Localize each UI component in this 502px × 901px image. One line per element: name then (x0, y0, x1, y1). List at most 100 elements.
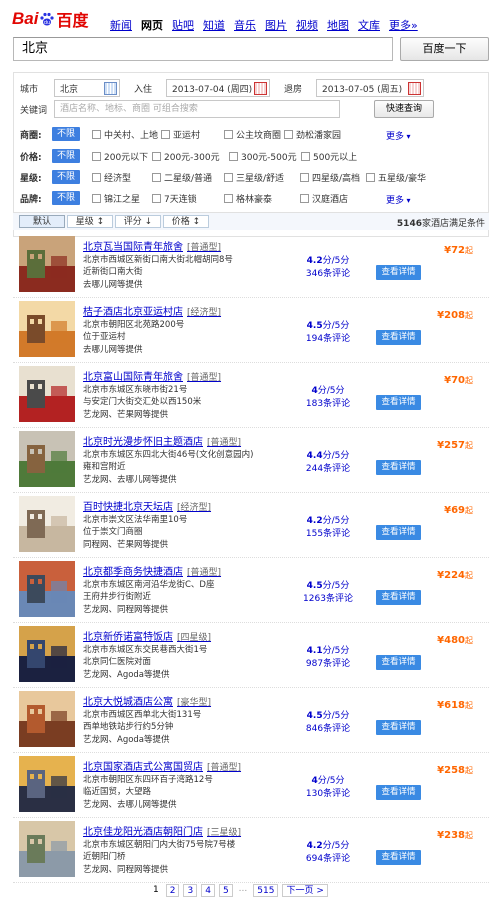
next-page-button[interactable]: 下一页 > (282, 884, 328, 897)
search-input[interactable]: 北京 (13, 37, 393, 61)
filter-unlimited-button[interactable]: 不限 (52, 127, 81, 141)
nav-link[interactable]: 地图 (327, 17, 349, 33)
view-detail-button[interactable]: 查看详情 (376, 525, 421, 540)
filter-unlimited-button[interactable]: 不限 (52, 149, 81, 163)
filter-option[interactable]: 格林豪泰 (224, 192, 272, 205)
hotel-name-link[interactable]: 北京瓦当国际青年旅舍 [普通型] (83, 238, 221, 253)
nav-link[interactable]: 音乐 (234, 17, 256, 33)
hotel-name-link[interactable]: 北京时光漫步怀旧主题酒店 [普通型] (83, 433, 241, 448)
filter-more-link[interactable]: 更多 (386, 129, 411, 142)
filter-option[interactable]: 200元-300元 (152, 150, 220, 163)
hotel-name-link[interactable]: 北京富山国际青年旅舍 [普通型] (83, 368, 221, 383)
checkbox[interactable] (92, 130, 101, 139)
checkbox[interactable] (224, 173, 233, 182)
filter-option[interactable]: 500元以上 (301, 150, 357, 163)
checkbox[interactable] (301, 152, 310, 161)
review-count-link[interactable]: 155条评论 (306, 529, 350, 539)
review-count-link[interactable]: 846条评论 (306, 724, 350, 734)
nav-link[interactable]: 贴吧 (172, 17, 194, 33)
hotel-photo[interactable] (19, 626, 75, 682)
hotel-photo[interactable] (19, 366, 75, 422)
nav-link[interactable]: 网页 (141, 17, 163, 33)
filter-option[interactable]: 亚运村 (161, 128, 200, 141)
review-count-link[interactable]: 130条评论 (306, 789, 350, 799)
review-count-link[interactable]: 694条评论 (306, 854, 350, 864)
filter-option[interactable]: 锦江之星 (92, 192, 140, 205)
checkbox[interactable] (92, 152, 101, 161)
checkbox[interactable] (300, 173, 309, 182)
hotel-name-link[interactable]: 北京佳龙阳光酒店朝阳门店 [三星级] (83, 823, 241, 838)
sort-star-tab[interactable]: 星级 ↕ (67, 215, 113, 228)
filter-option[interactable]: 五星级/豪华 (366, 171, 426, 184)
hotel-photo[interactable] (19, 431, 75, 487)
view-detail-button[interactable]: 查看详情 (376, 720, 421, 735)
review-count-link[interactable]: 244条评论 (306, 464, 350, 474)
filter-unlimited-button[interactable]: 不限 (52, 170, 81, 184)
checkbox[interactable] (284, 130, 293, 139)
filter-option[interactable]: 公主坟商圈 (224, 128, 281, 141)
checkbox[interactable] (92, 194, 101, 203)
page-link[interactable]: 2 (165, 884, 180, 897)
checkbox[interactable] (152, 194, 161, 203)
review-count-link[interactable]: 183条评论 (306, 399, 350, 409)
nav-link[interactable]: 知道 (203, 17, 225, 33)
keyword-input[interactable]: 酒店名称、地标、商圈 可组合搜索 (54, 100, 340, 118)
hotel-name-link[interactable]: 北京都季商务快捷酒店 [普通型] (83, 563, 221, 578)
view-detail-button[interactable]: 查看详情 (376, 785, 421, 800)
sort-score-tab[interactable]: 评分 ↓ (115, 215, 161, 228)
filter-option[interactable]: 300元-500元 (229, 150, 297, 163)
view-detail-button[interactable]: 查看详情 (376, 590, 421, 605)
hotel-photo[interactable] (19, 301, 75, 357)
view-detail-button[interactable]: 查看详情 (376, 655, 421, 670)
checkbox[interactable] (229, 152, 238, 161)
review-count-link[interactable]: 1263条评论 (303, 594, 353, 604)
filter-more-link[interactable]: 更多 (386, 193, 411, 206)
hotel-photo[interactable] (19, 756, 75, 812)
page-link[interactable]: 1 (150, 884, 162, 897)
page-link[interactable]: 4 (201, 884, 215, 897)
checkbox[interactable] (152, 173, 161, 182)
search-button[interactable]: 百度一下 (400, 37, 489, 61)
page-link[interactable]: 5 (218, 884, 233, 897)
filter-unlimited-button[interactable]: 不限 (52, 191, 81, 205)
sort-price-tab[interactable]: 价格 ↕ (163, 215, 209, 228)
filter-option[interactable]: 劲松潘家园 (284, 128, 341, 141)
nav-link[interactable]: 视频 (296, 17, 318, 33)
nav-link[interactable]: 文库 (358, 17, 380, 33)
checkbox[interactable] (161, 130, 170, 139)
nav-link[interactable]: 图片 (265, 17, 287, 33)
page-link-last[interactable]: 515 (253, 884, 279, 897)
checkout-field[interactable]: 2013-07-05 (周五) (316, 79, 424, 97)
quick-query-button[interactable]: 快速查询 (374, 100, 434, 118)
hotel-photo[interactable] (19, 691, 75, 747)
filter-option[interactable]: 二星级/普通 (152, 171, 212, 184)
filter-option[interactable]: 中关村、上地 (92, 128, 158, 141)
filter-option[interactable]: 经济型 (92, 171, 131, 184)
view-detail-button[interactable]: 查看详情 (376, 330, 421, 345)
checkbox[interactable] (224, 194, 233, 203)
nav-link[interactable]: 更多» (389, 17, 418, 33)
hotel-name-link[interactable]: 北京国家酒店式公寓国贸店 [普通型] (83, 758, 241, 773)
checkin-field[interactable]: 2013-07-04 (周四) (166, 79, 270, 97)
nav-link[interactable]: 新闻 (110, 17, 132, 33)
sort-default-tab[interactable]: 默认 (19, 215, 65, 228)
review-count-link[interactable]: 346条评论 (306, 269, 350, 279)
hotel-name-link[interactable]: 北京大悦城酒店公寓 [豪华型] (83, 693, 211, 708)
checkbox[interactable] (92, 173, 101, 182)
city-field[interactable]: 北京 (54, 79, 120, 97)
view-detail-button[interactable]: 查看详情 (376, 265, 421, 280)
filter-option[interactable]: 四星级/高档 (300, 171, 360, 184)
filter-option[interactable]: 7天连锁 (152, 192, 197, 205)
hotel-photo[interactable] (19, 821, 75, 877)
view-detail-button[interactable]: 查看详情 (376, 460, 421, 475)
filter-option[interactable]: 汉庭酒店 (300, 192, 348, 205)
hotel-name-link[interactable]: 桔子酒店北京亚运村店 [经济型] (83, 303, 221, 318)
filter-option[interactable]: 三星级/舒适 (224, 171, 284, 184)
checkbox[interactable] (224, 130, 233, 139)
view-detail-button[interactable]: 查看详情 (376, 395, 421, 410)
hotel-photo[interactable] (19, 236, 75, 292)
filter-option[interactable]: 200元以下 (92, 150, 148, 163)
checkbox[interactable] (366, 173, 375, 182)
view-detail-button[interactable]: 查看详情 (376, 850, 421, 865)
review-count-link[interactable]: 987条评论 (306, 659, 350, 669)
